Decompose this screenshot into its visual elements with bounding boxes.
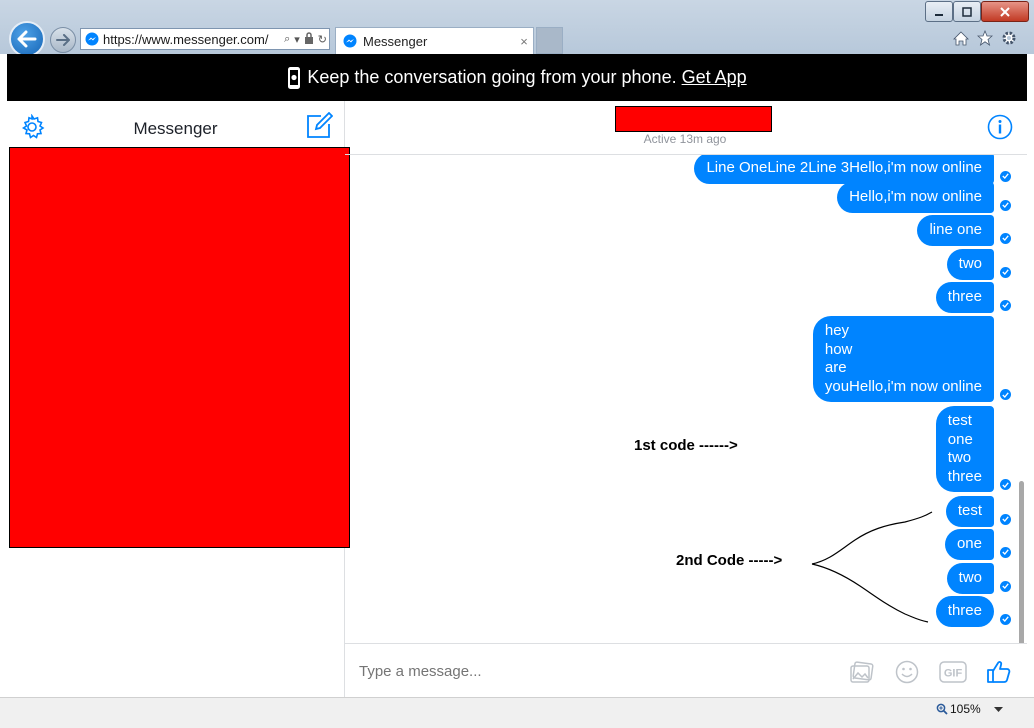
tab-title: Messenger [363,33,428,49]
zoom-control[interactable]: 105% [936,702,981,716]
home-icon[interactable] [952,29,970,47]
forward-button[interactable] [50,27,76,53]
message-row: test one two three [935,406,1011,493]
search-icon[interactable]: ⌕ [284,32,290,46]
read-receipt-icon [1000,232,1011,244]
message-row: Line OneLine 2Line 3Hello,i'm now online [694,155,1011,184]
phone-icon [288,66,301,89]
get-app-link[interactable]: Get App [682,67,747,88]
refresh-icon[interactable]: ↻ [318,33,327,46]
message-row: two [946,249,1011,280]
message-row: line one [917,215,1011,246]
read-receipt-icon [1000,170,1011,182]
zoom-level: 105% [950,702,981,716]
message-bubble[interactable]: test [945,496,994,527]
tools-gear-icon[interactable] [1000,29,1018,47]
browser-titlebar: https://www.messenger.com/ ⌕ ▾ ↻ Messeng… [0,0,1034,57]
hand-drawn-brace [811,511,933,623]
url-text[interactable]: https://www.messenger.com/ [103,32,282,47]
read-receipt-icon [1000,299,1011,311]
message-bubble[interactable]: two [946,563,994,594]
message-bubble[interactable]: Line OneLine 2Line 3Hello,i'm now online [694,155,994,184]
info-icon[interactable] [987,114,1013,140]
message-row: one [944,529,1011,560]
conversation-panel: Active 13m ago Line OneLine 2Line 3Hello… [345,101,1027,697]
new-tab-button[interactable] [536,27,563,54]
compose-icon[interactable] [305,112,333,140]
sidebar-title: Messenger [133,119,218,138]
read-receipt-icon [1000,613,1011,625]
messenger-page: Messenger Active 13m ago Line OneLine 2L… [7,101,1027,697]
maximize-icon [962,6,972,17]
message-row: three [935,282,1011,313]
read-receipt-icon [1000,546,1011,558]
browser-statusbar: 105% [0,697,1034,728]
message-row: three [935,596,1011,627]
conversation-header: Active 13m ago [345,101,1027,155]
message-list: Line OneLine 2Line 3Hello,i'm now online… [345,155,1027,643]
photo-icon[interactable] [848,658,876,686]
message-row: test [945,496,1011,527]
message-row: two [946,563,1011,594]
arrow-left-icon [17,30,37,48]
favorites-star-icon[interactable] [976,29,994,47]
message-bubble[interactable]: line one [917,215,994,246]
message-bubble[interactable]: three [935,282,994,313]
sidebar: Messenger [7,101,350,697]
tab-close-icon[interactable]: × [515,34,533,49]
active-status: Active 13m ago [643,132,727,146]
gif-icon[interactable]: GIF [939,658,967,686]
annotation-second-code: 2nd Code -----> [676,552,783,569]
read-receipt-icon [1000,513,1011,525]
back-button[interactable] [9,21,45,57]
message-row: hey how are youHello,i'm now online [812,316,1011,403]
svg-text:GIF: GIF [944,668,963,680]
read-receipt-icon [1000,266,1011,278]
smiley-icon[interactable] [893,658,921,686]
message-scrollbar[interactable] [1016,209,1027,643]
message-composer: GIF [345,643,1027,698]
read-receipt-icon [1000,580,1011,592]
sidebar-header: Messenger [7,101,344,147]
get-app-banner: Keep the conversation going from your ph… [7,54,1027,101]
scrollbar-thumb[interactable] [1019,481,1024,643]
message-bubble[interactable]: Hello,i'm now online [837,182,994,213]
message-bubble[interactable]: one [944,529,994,560]
chevron-down-icon[interactable] [994,707,1003,713]
minimize-icon [935,13,943,16]
address-bar[interactable]: https://www.messenger.com/ ⌕ ▾ ↻ [80,28,330,50]
message-row: Hello,i'm now online [837,182,1011,213]
message-input[interactable] [357,662,821,681]
minimize-button[interactable] [925,1,953,22]
message-bubble[interactable]: two [946,249,994,280]
arrow-right-icon [56,34,70,46]
contact-name-redacted [615,106,772,132]
zoom-icon [936,703,948,715]
messenger-favicon-icon [85,32,99,46]
thumbs-up-icon[interactable] [985,658,1013,686]
close-window-button[interactable] [981,1,1029,22]
annotation-first-code: 1st code ------> [634,437,738,454]
read-receipt-icon [1000,389,1011,401]
conversation-list-redacted[interactable] [9,147,350,548]
messenger-favicon-icon [343,34,357,48]
read-receipt-icon [1000,199,1011,211]
maximize-button[interactable] [953,1,981,22]
close-icon [1000,6,1010,17]
banner-text: Keep the conversation going from your ph… [307,67,677,87]
message-bubble[interactable]: hey how are youHello,i'm now online [812,316,994,403]
dropdown-icon[interactable]: ▾ [294,33,300,46]
message-bubble[interactable]: three [935,596,994,627]
read-receipt-icon [1000,479,1011,491]
message-bubble[interactable]: test one two three [935,406,994,493]
tab-messenger[interactable]: Messenger × [335,27,534,54]
lock-icon[interactable] [304,31,314,47]
